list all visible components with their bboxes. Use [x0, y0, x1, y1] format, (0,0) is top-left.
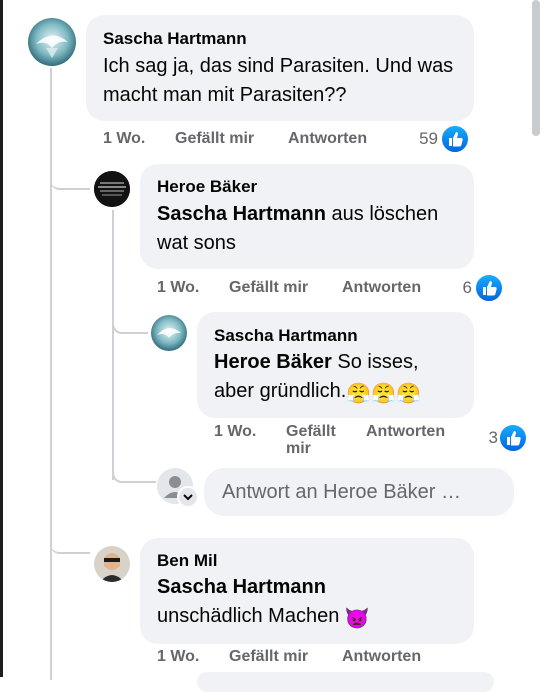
chevron-down-icon[interactable]: [177, 486, 199, 508]
current-user-avatar[interactable]: [157, 468, 199, 508]
emoji: 👿: [344, 608, 370, 630]
emoji: 😤😤😤: [346, 383, 422, 405]
avatar[interactable]: [94, 546, 130, 582]
thread-connector: [50, 140, 90, 190]
comment-time[interactable]: 1 Wo.: [157, 648, 199, 666]
comment-body: unschädlich Machen: [157, 605, 345, 627]
like-button[interactable]: Gefällt mir: [286, 423, 348, 457]
like-count[interactable]: 6: [440, 278, 472, 298]
reply-input[interactable]: [204, 468, 514, 516]
like-reaction-icon: [474, 273, 504, 303]
comment-time[interactable]: 1 Wo.: [214, 423, 256, 441]
like-button[interactable]: Gefällt mir: [229, 648, 308, 666]
reply-button[interactable]: Antworten: [342, 279, 421, 297]
comment-text: Heroe Bäker So isses, aber gründlich.😤😤😤: [214, 348, 464, 409]
comment-time[interactable]: 1 Wo.: [103, 130, 145, 148]
comment-author[interactable]: Heroe Bäker: [157, 177, 257, 197]
thread-connector: [112, 300, 148, 334]
reply-input-field[interactable]: [204, 468, 514, 516]
reply-button[interactable]: Antworten: [288, 130, 367, 148]
window-edge: [0, 0, 3, 677]
next-comment-bubble: [197, 672, 494, 692]
comment-author[interactable]: Sascha Hartmann: [103, 29, 247, 49]
like-button[interactable]: Gefällt mir: [229, 279, 308, 297]
mention-link[interactable]: Sascha Hartmann: [157, 203, 326, 225]
comment-author[interactable]: Ben Mil: [157, 551, 217, 571]
comment-text: Sascha Hartmann unschädlich Machen 👿: [157, 573, 457, 634]
thread-connector: [50, 520, 90, 554]
comment-author[interactable]: Sascha Hartmann: [214, 326, 358, 346]
avatar[interactable]: [94, 171, 130, 207]
thread-connector: [112, 455, 156, 483]
scrollbar[interactable]: [530, 0, 544, 677]
like-reaction-icon: [498, 423, 528, 453]
mention-link[interactable]: Heroe Bäker: [214, 351, 332, 373]
scrollbar-thumb[interactable]: [532, 0, 540, 136]
reply-button[interactable]: Antworten: [366, 423, 445, 441]
like-count[interactable]: 59: [400, 129, 438, 149]
comment-text: Ich sag ja, das sind Parasiten. Und was …: [103, 55, 454, 106]
comment-text: Sascha Hartmann aus löschen wat sons: [157, 200, 457, 258]
reply-button[interactable]: Antworten: [342, 648, 421, 666]
like-reaction-icon: [440, 124, 470, 154]
like-button[interactable]: Gefällt mir: [175, 130, 254, 148]
avatar[interactable]: [28, 18, 76, 66]
mention-link[interactable]: Sascha Hartmann: [157, 576, 326, 598]
thread-line-nested: [112, 210, 114, 480]
avatar[interactable]: [151, 315, 187, 351]
comment-time[interactable]: 1 Wo.: [157, 279, 199, 297]
like-count[interactable]: 3: [470, 428, 498, 448]
